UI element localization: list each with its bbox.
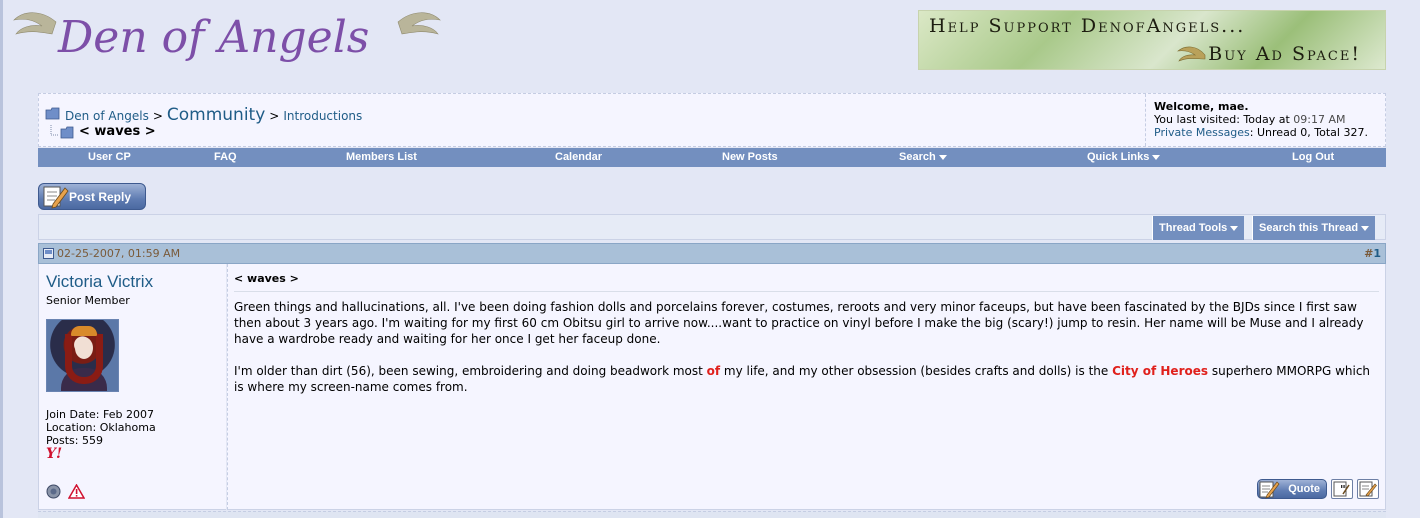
thread-branch-icon (50, 124, 74, 138)
logo-text: Den of Angels (57, 12, 369, 63)
breadcrumb-community-link[interactable]: Community (167, 105, 265, 125)
post-reply-label: Post Reply (69, 189, 132, 204)
main-menu-bar: User CP FAQ Members List Calendar New Po… (38, 148, 1386, 167)
menu-label: Quick Links (1087, 151, 1150, 163)
offline-status-icon (46, 484, 61, 499)
multi-quote-button[interactable]: " (1331, 479, 1353, 499)
quick-reply-icon (1359, 481, 1377, 497)
private-messages-status: : Unread 0, Total 327. (1249, 126, 1368, 139)
menu-log-out[interactable]: Log Out (1292, 151, 1334, 163)
chevron-down-icon (938, 154, 947, 160)
search-thread-label: Search this Thread (1259, 222, 1359, 234)
post-text: I'm older than dirt (56), been sewing, e… (234, 364, 707, 378)
quick-reply-button[interactable] (1357, 479, 1379, 499)
avatar-face (75, 337, 93, 359)
last-visited-time: 09:17 AM (1293, 113, 1346, 126)
thread-tools-bar: Thread Tools Search this Thread (38, 214, 1386, 240)
breadcrumb-root-link[interactable]: Den of Angels (65, 109, 149, 123)
menu-faq[interactable]: FAQ (214, 151, 237, 163)
page-title: < waves > (79, 124, 156, 139)
old-post-icon (43, 248, 54, 259)
post-user-column: Victoria Victrix Senior Member Join Date… (38, 264, 226, 510)
menu-label: FAQ (214, 151, 237, 163)
welcome-greeting: Welcome, mae. (1154, 100, 1249, 113)
username-link[interactable]: Victoria Victrix (46, 272, 219, 292)
last-visited-label: You last visited: Today at (1154, 113, 1290, 126)
breadcrumb: Den of Angels > Community > Introduction… (45, 105, 945, 139)
post-title: < waves > (234, 272, 1379, 292)
user-status-icons (46, 484, 85, 499)
post-paragraph: Green things and hallucinations, all. I'… (234, 300, 1364, 346)
post-actions: Quote " (1257, 479, 1379, 499)
pencil-paper-icon (43, 186, 69, 209)
post-paragraph: I'm older than dirt (56), been sewing, e… (234, 363, 1380, 395)
breadcrumb-separator: > (152, 109, 163, 123)
quote-button[interactable]: Quote (1257, 479, 1327, 499)
ad-line-2: Buy Ad Space! (1208, 43, 1361, 65)
thread-tools-label: Thread Tools (1159, 222, 1228, 234)
ad-line-1: Help Support DenofAngels... (929, 15, 1246, 37)
post-header: 02-25-2007, 01:59 AM #1 (38, 243, 1386, 264)
user-info: Join Date: Feb 2007 Location: Oklahoma P… (46, 408, 219, 461)
wing-icon (1177, 46, 1206, 62)
post-number-value: 1 (1373, 247, 1381, 260)
post-date-text: 02-25-2007, 01:59 AM (57, 247, 181, 260)
post-date: 02-25-2007, 01:59 AM (43, 247, 180, 260)
chevron-down-icon (1361, 225, 1370, 231)
menu-new-posts[interactable]: New Posts (722, 151, 778, 163)
post-number-prefix: # (1364, 247, 1374, 260)
user-title: Senior Member (46, 294, 130, 307)
highlighted-text: of (706, 364, 721, 378)
menu-search[interactable]: Search (899, 151, 947, 163)
breadcrumb-forum-link[interactable]: Introductions (283, 109, 362, 123)
menu-label: Members List (346, 151, 417, 163)
den-of-angels-logo[interactable]: Den of Angels (12, 4, 442, 78)
post-footer-divider (38, 511, 1386, 518)
chevron-down-icon (1152, 154, 1161, 160)
folder-icon (45, 107, 60, 120)
post-number[interactable]: #1 (1364, 247, 1381, 260)
menu-quick-links[interactable]: Quick Links (1087, 151, 1161, 163)
menu-members-list[interactable]: Members List (346, 151, 417, 163)
welcome-panel: Welcome, mae. You last visited: Today at… (1145, 94, 1385, 146)
avatar[interactable] (46, 319, 119, 392)
breadcrumb-separator: > (269, 109, 280, 123)
menu-calendar[interactable]: Calendar (555, 151, 602, 163)
menu-label: Calendar (555, 151, 603, 163)
ad-banner[interactable]: Help Support DenofAngels... Buy Ad Space… (918, 10, 1386, 70)
avatar-crown (71, 326, 97, 336)
multi-quote-icon: " (1333, 481, 1350, 497)
private-messages-link[interactable]: Private Messages (1154, 126, 1250, 139)
chevron-down-icon (1230, 225, 1239, 231)
pencil-paper-icon (1259, 481, 1280, 499)
breadcrumb-path: Den of Angels > Community > Introduction… (45, 105, 945, 125)
post-reply-button[interactable]: Post Reply (38, 183, 146, 210)
search-thread-button[interactable]: Search this Thread (1252, 216, 1376, 240)
menu-user-cp[interactable]: User CP (88, 151, 131, 163)
post-content: < waves > Green things and hallucination… (227, 264, 1386, 510)
yahoo-icon[interactable]: Y! (46, 447, 62, 461)
menu-label: New Posts (722, 151, 778, 163)
breadcrumb-current: < waves > (45, 124, 945, 139)
post-message: Green things and hallucinations, all. I'… (234, 299, 1380, 395)
location: Location: Oklahoma (46, 421, 156, 434)
page-left-rule (0, 0, 3, 518)
report-post-icon[interactable] (68, 484, 85, 499)
navbar: Den of Angels > Community > Introduction… (38, 93, 1386, 147)
join-date: Join Date: Feb 2007 (46, 408, 154, 421)
highlighted-text: City of Heroes (1112, 364, 1209, 378)
menu-label: User CP (88, 151, 131, 163)
quote-label: Quote (1288, 483, 1320, 495)
thread-tools-button[interactable]: Thread Tools (1152, 216, 1245, 240)
post-count: Posts: 559 (46, 434, 103, 447)
menu-label: Log Out (1292, 151, 1335, 163)
post-text: my life, and my other obsession (besides… (720, 364, 1113, 378)
svg-text:": " (1340, 483, 1346, 496)
menu-label: Search (899, 151, 936, 163)
